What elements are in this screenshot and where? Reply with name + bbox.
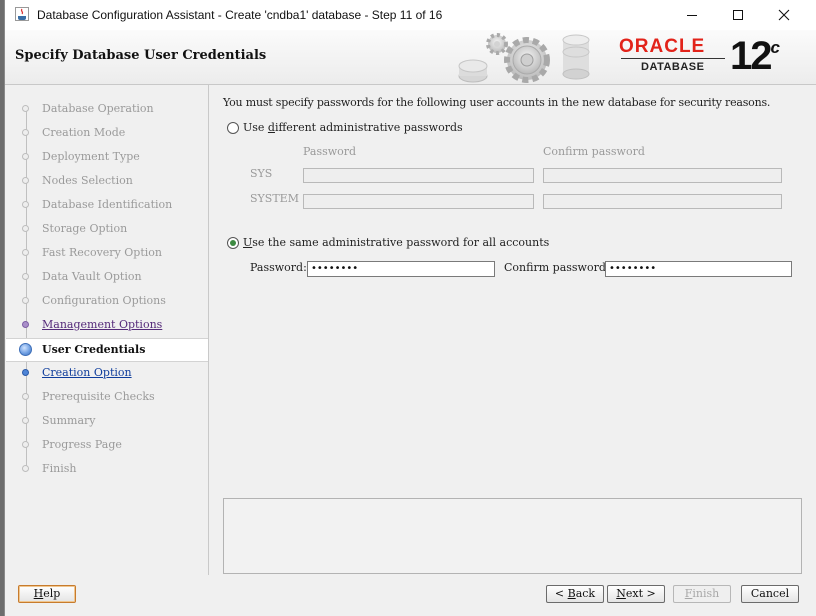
nav-step-database-operation: Database Operation (6, 98, 208, 120)
nav-step-progress-page: Progress Page (6, 434, 208, 456)
step-status-icon (22, 129, 29, 136)
version-badge: 12c (730, 34, 780, 79)
window-title: Database Configuration Assistant - Creat… (37, 8, 443, 22)
version-number: 12 (730, 34, 772, 78)
step-status-icon (22, 273, 29, 280)
step-status-icon (22, 441, 29, 448)
same-password-label[interactable]: Use the same administrative password for… (243, 236, 549, 249)
system-user-label: SYSTEM (250, 192, 299, 205)
page-title: Specify Database User Credentials (15, 48, 267, 63)
system-password-field[interactable] (303, 194, 534, 209)
nav-step-label: Management Options (42, 318, 163, 331)
confirm-column-header: Confirm password (543, 145, 645, 158)
sys-password-field[interactable] (303, 168, 534, 183)
help-button[interactable]: Help (18, 585, 76, 603)
step-status-icon (22, 321, 29, 328)
step-status-icon (22, 225, 29, 232)
nav-step-label: Storage Option (42, 222, 128, 235)
nav-step-label: Configuration Options (42, 294, 166, 307)
minimize-icon (687, 15, 697, 16)
intro-text: You must specify passwords for the follo… (223, 96, 771, 109)
close-button[interactable] (761, 0, 807, 30)
step-status-icon (22, 369, 29, 376)
nav-step-storage-option: Storage Option (6, 218, 208, 240)
nav-step-label: Creation Option (42, 366, 132, 379)
nav-step-label: Progress Page (42, 438, 122, 451)
nav-step-summary: Summary (6, 410, 208, 432)
confirm-password-label: Confirm password: (504, 261, 610, 274)
nav-step-configuration-options: Configuration Options (6, 290, 208, 312)
step-status-icon (19, 343, 32, 356)
password-label: Password: (250, 261, 307, 274)
logo-divider (621, 58, 725, 59)
title-bar: Database Configuration Assistant - Creat… (5, 0, 816, 30)
confirm-password-input[interactable]: •••••••• (605, 261, 792, 277)
step-status-icon (22, 297, 29, 304)
wizard-header: Specify Database User Credentials ORACLE… (5, 30, 816, 85)
step-status-icon (22, 465, 29, 472)
nav-step-label: Database Identification (42, 198, 173, 211)
minimize-button[interactable] (669, 0, 715, 30)
messages-pane (223, 498, 802, 574)
nav-step-label: Data Vault Option (42, 270, 142, 283)
nav-step-label: Deployment Type (42, 150, 140, 163)
step-status-icon (22, 201, 29, 208)
password-input[interactable]: •••••••• (307, 261, 495, 277)
java-app-icon (15, 7, 29, 21)
next-button[interactable]: Next > (607, 585, 665, 603)
oracle-product-text: DATABASE (641, 61, 705, 73)
maximize-icon (733, 10, 743, 20)
oracle-brand-text: ORACLE (619, 36, 706, 57)
step-status-icon (22, 153, 29, 160)
nav-step-user-credentials: User Credentials (6, 338, 208, 362)
installer-window: Database Configuration Assistant - Creat… (5, 0, 816, 616)
cancel-button[interactable]: Cancel (741, 585, 799, 603)
nav-step-nodes-selection: Nodes Selection (6, 170, 208, 192)
different-passwords-radio[interactable] (227, 122, 239, 134)
nav-step-label: Fast Recovery Option (42, 246, 162, 259)
nav-step-fast-recovery-option: Fast Recovery Option (6, 242, 208, 264)
wizard-steps-nav: Database Operation Creation Mode Deploymen… (6, 85, 209, 575)
step-status-icon (22, 417, 29, 424)
back-button[interactable]: < Back (546, 585, 604, 603)
nav-step-finish: Finish (6, 458, 208, 480)
oracle-logo: ORACLE DATABASE (619, 36, 729, 76)
nav-step-data-vault-option: Data Vault Option (6, 266, 208, 288)
nav-step-label: Prerequisite Checks (42, 390, 155, 403)
nav-step-label: Creation Mode (42, 126, 126, 139)
nav-step-label: Database Operation (42, 102, 154, 115)
nav-step-label: User Credentials (42, 343, 146, 356)
nav-step-database-identification: Database Identification (6, 194, 208, 216)
step-status-icon (22, 393, 29, 400)
nav-step-label: Finish (42, 462, 77, 475)
finish-button[interactable]: Finish (673, 585, 731, 603)
sys-user-label: SYS (250, 167, 273, 180)
maximize-button[interactable] (715, 0, 761, 30)
nav-step-label: Nodes Selection (42, 174, 133, 187)
nav-step-deployment-type: Deployment Type (6, 146, 208, 168)
step-status-icon (22, 105, 29, 112)
close-icon (778, 9, 790, 21)
nav-step-label: Summary (42, 414, 96, 427)
credentials-panel: You must specify passwords for the follo… (209, 85, 816, 575)
different-passwords-label[interactable]: Use different administrative passwords (243, 121, 463, 134)
step-status-icon (22, 249, 29, 256)
step-status-icon (22, 177, 29, 184)
version-suffix: c (770, 38, 780, 57)
nav-step-creation-mode: Creation Mode (6, 122, 208, 144)
nav-step-management-options[interactable]: Management Options (6, 314, 208, 336)
password-column-header: Password (303, 145, 357, 158)
same-password-radio[interactable] (227, 237, 239, 249)
gears-decoration-icon (458, 33, 590, 83)
nav-step-prerequisite-checks: Prerequisite Checks (6, 386, 208, 408)
sys-confirm-password-field[interactable] (543, 168, 782, 183)
nav-step-creation-option[interactable]: Creation Option (6, 362, 208, 384)
system-confirm-password-field[interactable] (543, 194, 782, 209)
